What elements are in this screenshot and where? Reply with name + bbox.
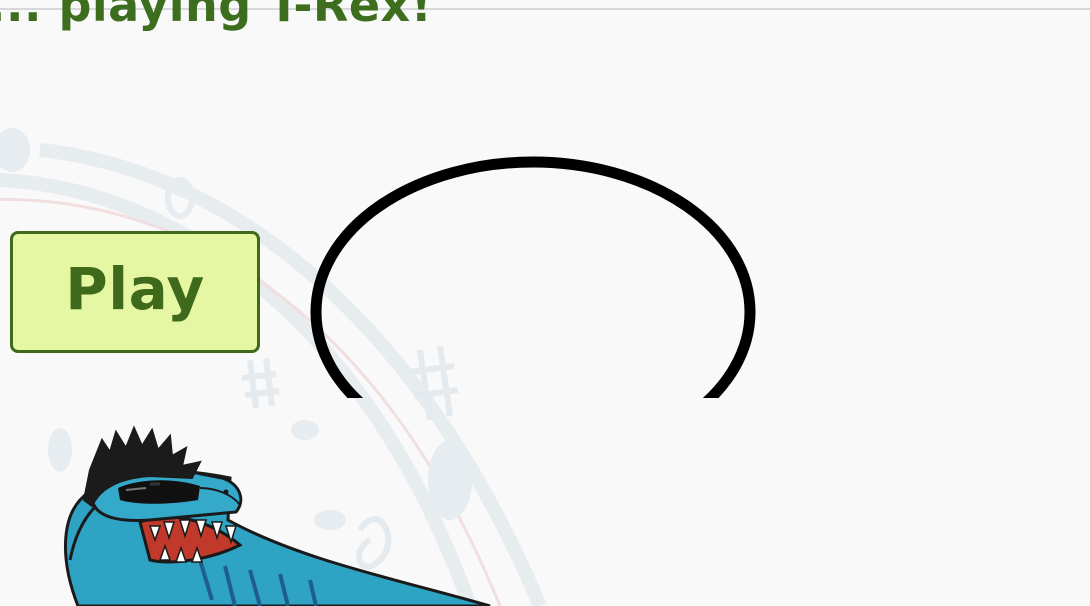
game-stage: ... playing T-Rex! Play — [0, 0, 1090, 606]
t-rex-character-icon — [63, 425, 491, 606]
